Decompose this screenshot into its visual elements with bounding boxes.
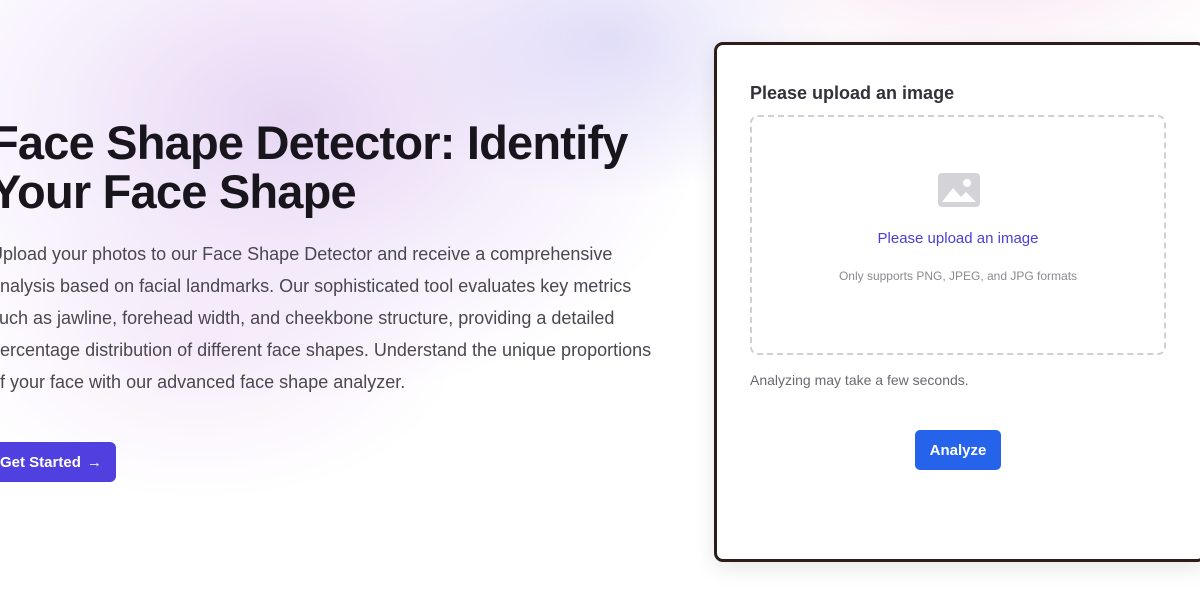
dropzone-title[interactable]: Please upload an image — [752, 230, 1164, 247]
analyze-button[interactable]: Analyze — [915, 430, 1001, 470]
get-started-button[interactable]: Get Started → — [0, 442, 116, 482]
hero-description: Upload your photos to our Face Shape Det… — [0, 244, 652, 392]
hero-section: Face Shape Detector: Identify Your Face … — [0, 118, 670, 398]
analyzing-note: Analyzing may take a few seconds. — [750, 372, 969, 388]
image-dropzone[interactable]: Please upload an image Only supports PNG… — [750, 115, 1166, 355]
upload-card: Please upload an image Please upload an … — [714, 42, 1200, 562]
page: Face Shape Detector: Identify Your Face … — [0, 0, 1200, 604]
page-title: Face Shape Detector: Identify Your Face … — [0, 116, 628, 218]
arrow-right-icon: → — [86, 453, 102, 471]
image-icon — [938, 173, 980, 207]
get-started-label: Get Started — [0, 453, 81, 471]
upload-label: Please upload an image — [750, 83, 955, 103]
dropzone-hint: Only supports PNG, JPEG, and JPG formats — [838, 269, 1078, 283]
